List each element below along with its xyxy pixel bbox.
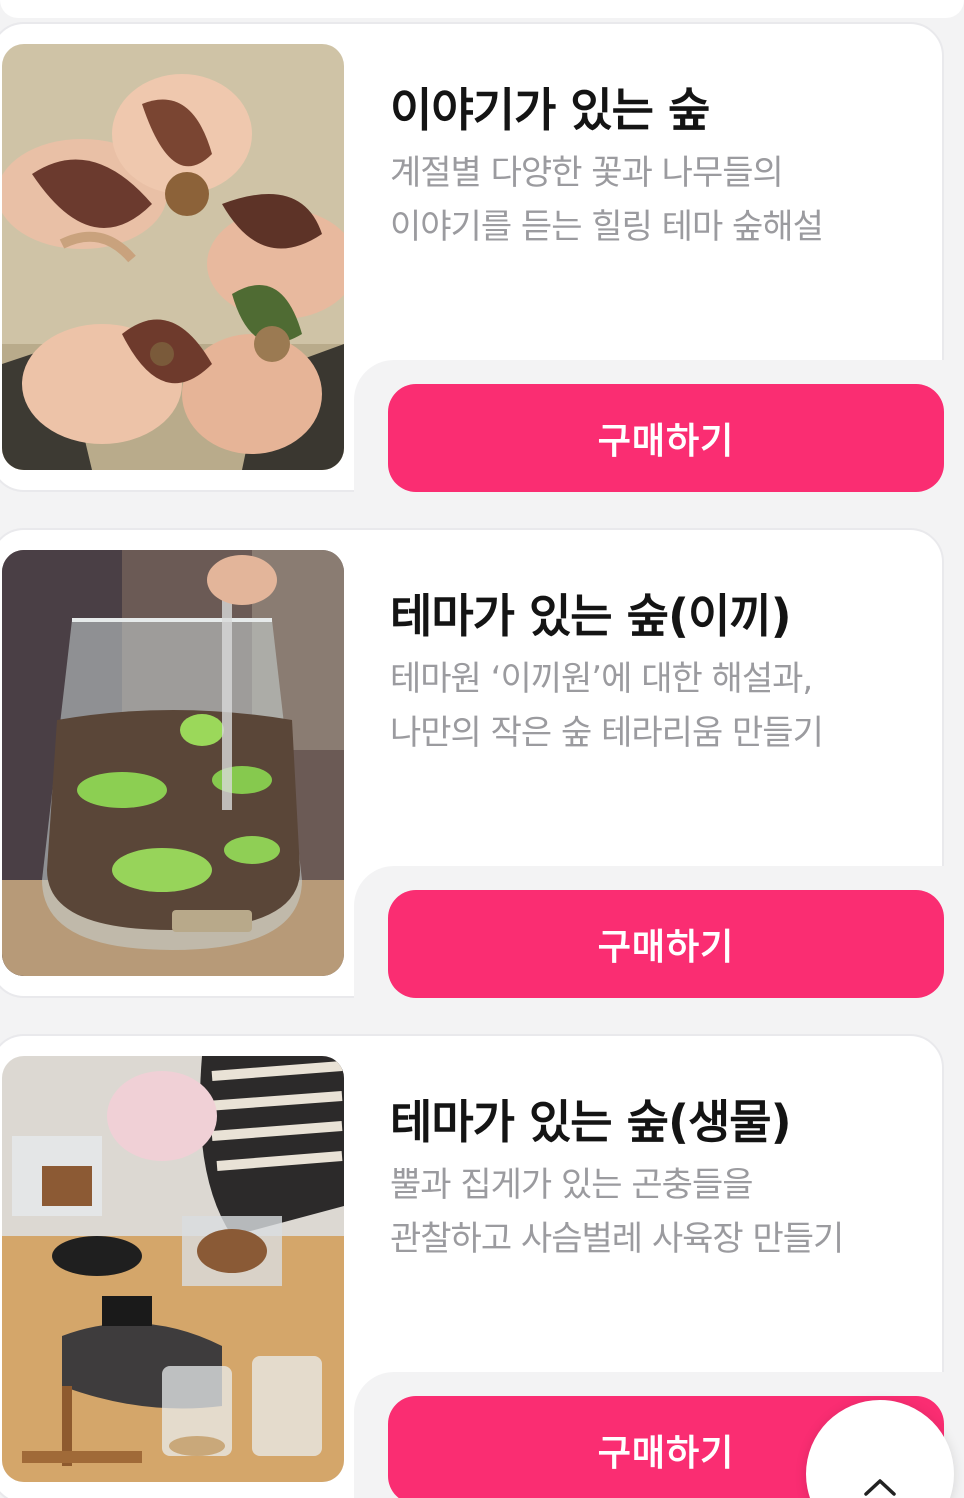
chevron-up-icon [864,1479,896,1496]
description-line: 나만의 작은 숲 테라리움 만들기 [390,713,824,753]
description-line: 이야기를 듣는 힐링 테마 숲해설 [390,207,824,247]
product-description: 뿔과 집게가 있는 곤충들을 관찰하고 사슴벌레 사육장 만들기 [390,1158,924,1266]
buy-button[interactable]: 구매하기 [388,890,944,998]
product-card: 이야기가 있는 숲 계절별 다양한 꽃과 나무들의 이야기를 듣는 힐링 테마 … [0,22,954,510]
moss-terrarium-photo [2,550,344,976]
product-image[interactable] [2,44,344,470]
description-line: 테마원 ‘이끼원’에 대한 해설과, [390,659,813,699]
product-description: 계절별 다양한 꽃과 나무들의 이야기를 듣는 힐링 테마 숲해설 [390,146,924,254]
product-image[interactable] [2,550,344,976]
buy-button[interactable]: 구매하기 [388,384,944,492]
leaves-in-hands-photo [2,44,344,470]
previous-card-edge [0,0,964,18]
description-line: 계절별 다양한 꽃과 나무들의 [390,153,784,193]
product-description: 테마원 ‘이끼원’에 대한 해설과, 나만의 작은 숲 테라리움 만들기 [390,652,924,760]
description-line: 뿔과 집게가 있는 곤충들을 [390,1165,754,1205]
product-list-page: 이야기가 있는 숲 계절별 다양한 꽃과 나무들의 이야기를 듣는 힐링 테마 … [0,0,964,1498]
product-title: 테마가 있는 숲(생물) [390,1095,792,1149]
product-card: 테마가 있는 숲(이끼) 테마원 ‘이끼원’에 대한 해설과, 나만의 작은 숲… [0,528,954,1016]
product-image[interactable] [2,1056,344,1482]
insect-habitat-workshop-photo [2,1056,344,1482]
product-title: 이야기가 있는 숲 [390,83,710,137]
description-line: 관찰하고 사슴벌레 사육장 만들기 [390,1219,844,1259]
product-card: 테마가 있는 숲(생물) 뿔과 집게가 있는 곤충들을 관찰하고 사슴벌레 사육… [0,1034,954,1498]
product-title: 테마가 있는 숲(이끼) [390,589,792,643]
